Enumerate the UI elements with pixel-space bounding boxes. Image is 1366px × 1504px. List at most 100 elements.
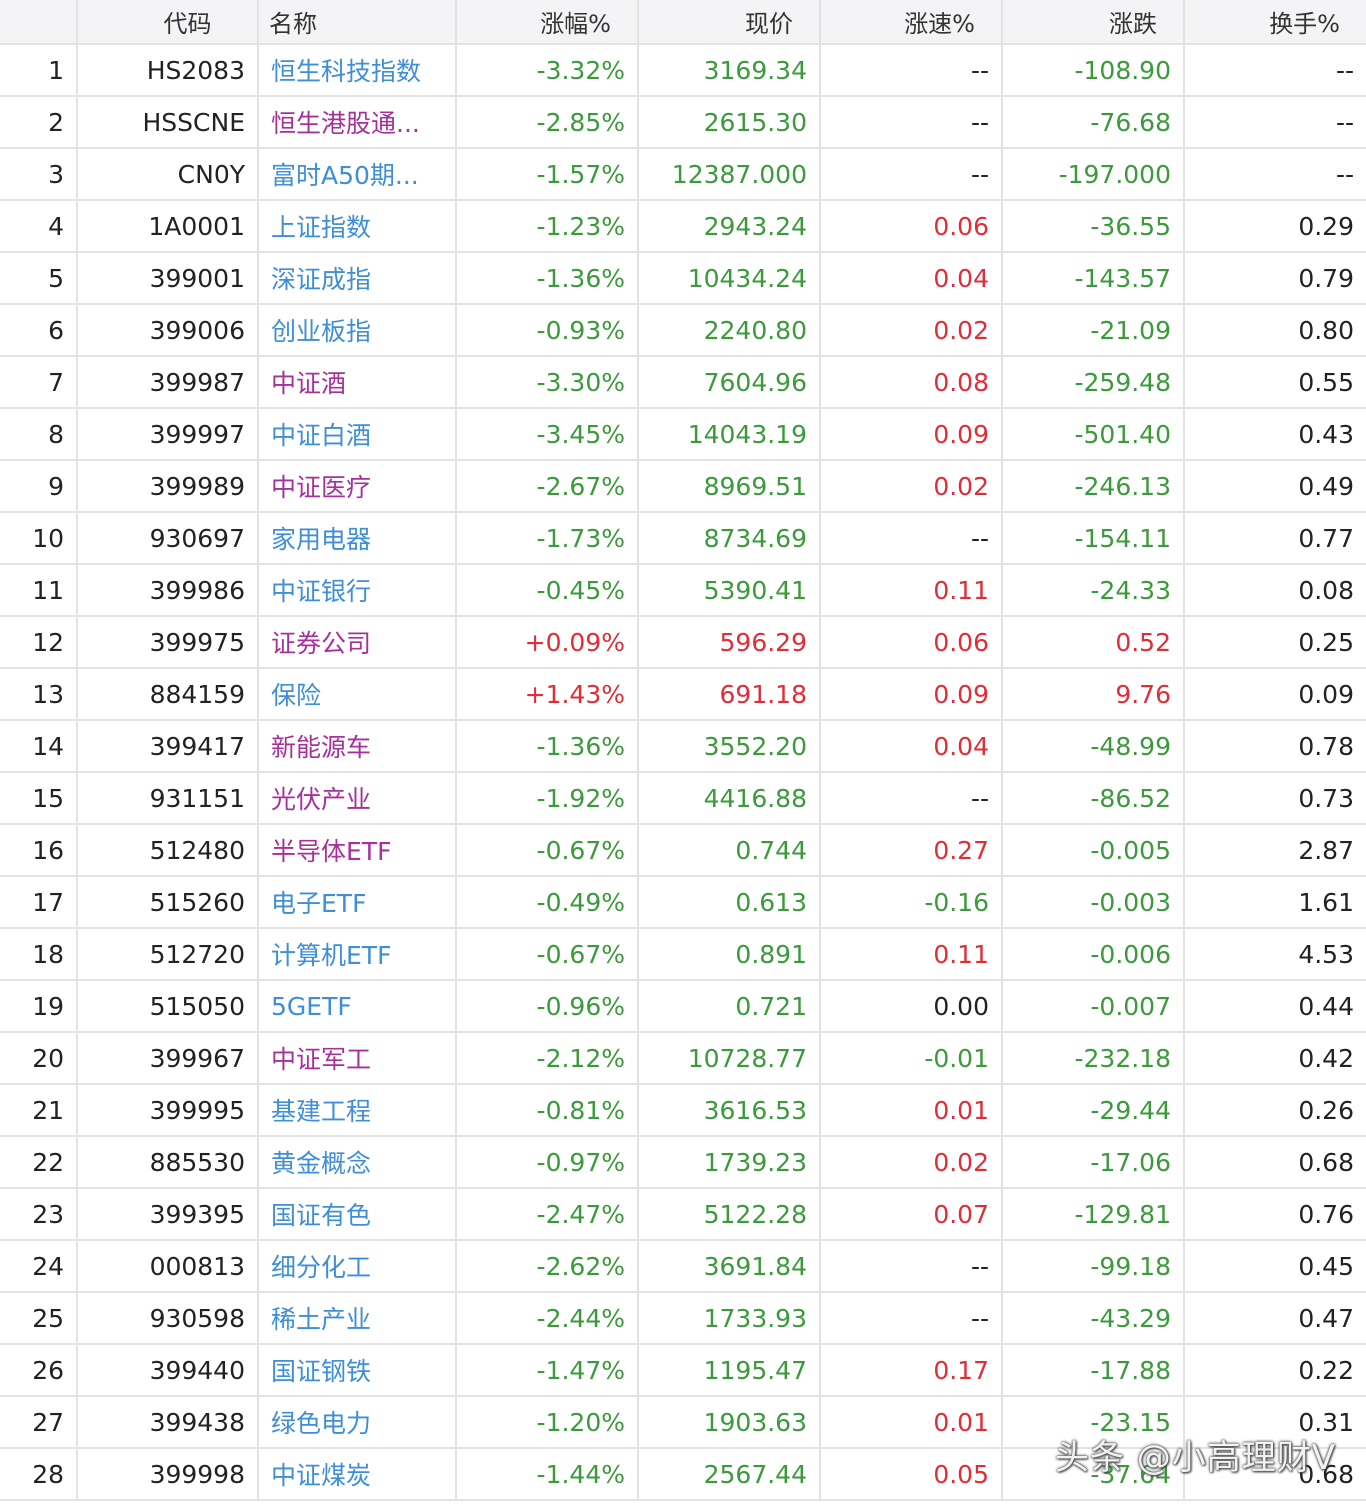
row-change: -143.57	[1003, 253, 1185, 303]
row-turnover: 0.42	[1298, 1043, 1354, 1073]
row-turnover: 0.29	[1298, 211, 1354, 241]
table-row[interactable]: 5 399001 深证成指 -1.36% 10434.24 0.04 -143.57 0.79	[0, 253, 1366, 305]
row-change: -197.000	[1003, 149, 1185, 199]
table-row[interactable]: 15 931151 光伏产业 -1.92% 4416.88 -- -86.52 0.73	[0, 773, 1366, 825]
row-code: 930697	[78, 513, 259, 563]
row-turnover: 4.53	[1298, 939, 1354, 969]
row-name-link[interactable]: 计算机ETF	[259, 929, 457, 979]
row-change: -99.18	[1003, 1241, 1185, 1291]
row-change: -0.007	[1003, 981, 1185, 1031]
row-name-link[interactable]: 中证医疗	[259, 461, 457, 511]
row-turnover: 0.55	[1298, 367, 1354, 397]
row-turnover: 0.49	[1298, 471, 1354, 501]
table-row[interactable]: 21 399995 基建工程 -0.81% 3616.53 0.01 -29.44 0.26	[0, 1085, 1366, 1137]
row-change: -0.005	[1003, 825, 1185, 875]
table-row[interactable]: 27 399438 绿色电力 -1.20% 1903.63 0.01 -23.15 0.31	[0, 1397, 1366, 1449]
row-pct: -0.67%	[457, 929, 639, 979]
row-name-link[interactable]: 保险	[259, 669, 457, 719]
table-row[interactable]: 26 399440 国证钢铁 -1.47% 1195.47 0.17 -17.88 0.22	[0, 1345, 1366, 1397]
table-row[interactable]: 20 399967 中证军工 -2.12% 10728.77 -0.01 -232.18 0.…	[0, 1033, 1366, 1085]
row-name-link[interactable]: 富时A50期...	[259, 149, 457, 199]
row-turnover: 1.61	[1298, 887, 1354, 917]
row-index: 14	[0, 721, 78, 771]
table-row[interactable]: 9 399989 中证医疗 -2.67% 8969.51 0.02 -246.13 0.49	[0, 461, 1366, 513]
row-name-link[interactable]: 中证白酒	[259, 409, 457, 459]
table-row[interactable]: 7 399987 中证酒 -3.30% 7604.96 0.08 -259.48 0.55	[0, 357, 1366, 409]
row-name-link[interactable]: 恒生科技指数	[259, 45, 457, 95]
row-name-link[interactable]: 创业板指	[259, 305, 457, 355]
header-price[interactable]: 现价	[639, 0, 821, 43]
table-row[interactable]: 1 HS2083 恒生科技指数 -3.32% 3169.34 -- -108.90 --	[0, 45, 1366, 97]
row-name-link[interactable]: 新能源车	[259, 721, 457, 771]
table-row[interactable]: 11 399986 中证银行 -0.45% 5390.41 0.11 -24.33 0.08	[0, 565, 1366, 617]
table-row[interactable]: 12 399975 证券公司 +0.09% 596.29 0.06 0.52 0.25	[0, 617, 1366, 669]
row-index: 9	[0, 461, 78, 511]
row-change: -86.52	[1003, 773, 1185, 823]
table-row[interactable]: 25 930598 稀土产业 -2.44% 1733.93 -- -43.29 0.47	[0, 1293, 1366, 1345]
row-name-link[interactable]: 恒生港股通...	[259, 97, 457, 147]
table-row[interactable]: 22 885530 黄金概念 -0.97% 1739.23 0.02 -17.06 0.68	[0, 1137, 1366, 1189]
row-price: 5122.28	[639, 1189, 821, 1239]
row-name-link[interactable]: 半导体ETF	[259, 825, 457, 875]
row-name-link[interactable]: 5GETF	[259, 981, 457, 1031]
header-pct[interactable]: 涨幅%	[457, 0, 639, 43]
table-row[interactable]: 16 512480 半导体ETF -0.67% 0.744 0.27 -0.005 2.87	[0, 825, 1366, 877]
row-name-link[interactable]: 中证酒	[259, 357, 457, 407]
row-change: -23.15	[1003, 1397, 1185, 1447]
row-pct: -1.36%	[457, 721, 639, 771]
row-name-link[interactable]: 上证指数	[259, 201, 457, 251]
row-name-link[interactable]: 基建工程	[259, 1085, 457, 1135]
row-name-link[interactable]: 深证成指	[259, 253, 457, 303]
row-name-link[interactable]: 绿色电力	[259, 1397, 457, 1447]
row-speed: 0.04	[821, 721, 1003, 771]
row-index: 4	[0, 201, 78, 251]
row-price: 3552.20	[639, 721, 821, 771]
header-code[interactable]: 代码	[78, 0, 259, 43]
row-name-link[interactable]: 稀土产业	[259, 1293, 457, 1343]
row-code: 399001	[78, 253, 259, 303]
row-speed: 0.06	[821, 201, 1003, 251]
header-speed[interactable]: 涨速%	[821, 0, 1003, 43]
row-name-link[interactable]: 中证军工	[259, 1033, 457, 1083]
table-row[interactable]: 8 399997 中证白酒 -3.45% 14043.19 0.09 -501.40 0.43	[0, 409, 1366, 461]
table-row[interactable]: 17 515260 电子ETF -0.49% 0.613 -0.16 -0.003 1.61	[0, 877, 1366, 929]
row-name-link[interactable]: 证券公司	[259, 617, 457, 667]
row-name-link[interactable]: 中证银行	[259, 565, 457, 615]
row-price: 2943.24	[639, 201, 821, 251]
row-name-link[interactable]: 电子ETF	[259, 877, 457, 927]
row-name-link[interactable]: 黄金概念	[259, 1137, 457, 1187]
row-index: 7	[0, 357, 78, 407]
row-name-link[interactable]: 细分化工	[259, 1241, 457, 1291]
table-row[interactable]: 10 930697 家用电器 -1.73% 8734.69 -- -154.11 0.77	[0, 513, 1366, 565]
table-row[interactable]: 19 515050 5GETF -0.96% 0.721 0.00 -0.007 0.44	[0, 981, 1366, 1033]
row-pct: -0.45%	[457, 565, 639, 615]
row-name-link[interactable]: 国证钢铁	[259, 1345, 457, 1395]
row-price: 10728.77	[639, 1033, 821, 1083]
row-change: -129.81	[1003, 1189, 1185, 1239]
table-row[interactable]: 24 000813 细分化工 -2.62% 3691.84 -- -99.18 0.45	[0, 1241, 1366, 1293]
table-row[interactable]: 2 HSSCNE 恒生港股通... -2.85% 2615.30 -- -76.68 --	[0, 97, 1366, 149]
row-price: 1903.63	[639, 1397, 821, 1447]
row-name-link[interactable]: 家用电器	[259, 513, 457, 563]
header-name[interactable]: 名称	[259, 0, 457, 43]
row-speed: 0.02	[821, 305, 1003, 355]
row-name-link[interactable]: 国证有色	[259, 1189, 457, 1239]
table-row[interactable]: 6 399006 创业板指 -0.93% 2240.80 0.02 -21.09 0.80	[0, 305, 1366, 357]
row-index: 23	[0, 1189, 78, 1239]
row-code: 399997	[78, 409, 259, 459]
row-name-link[interactable]: 中证煤炭	[259, 1449, 457, 1499]
table-row[interactable]: 28 399998 中证煤炭 -1.44% 2567.44 0.05 -37.64 0.68	[0, 1449, 1366, 1501]
row-price: 3691.84	[639, 1241, 821, 1291]
table-row[interactable]: 18 512720 计算机ETF -0.67% 0.891 0.11 -0.006 4.53	[0, 929, 1366, 981]
table-row[interactable]: 4 1A0001 上证指数 -1.23% 2943.24 0.06 -36.55 0.29	[0, 201, 1366, 253]
row-pct: -0.93%	[457, 305, 639, 355]
table-row[interactable]: 3 CN0Y 富时A50期... -1.57% 12387.000 -- -197.000-…	[0, 149, 1366, 201]
row-price: 2567.44	[639, 1449, 821, 1499]
header-change[interactable]: 涨跌	[1003, 0, 1185, 43]
row-change: -29.44	[1003, 1085, 1185, 1135]
table-row[interactable]: 23 399395 国证有色 -2.47% 5122.28 0.07 -129.81 0.76	[0, 1189, 1366, 1241]
table-row[interactable]: 14 399417 新能源车 -1.36% 3552.20 0.04 -48.99 0.78	[0, 721, 1366, 773]
table-row[interactable]: 13 884159 保险 +1.43% 691.18 0.09 9.76 0.09	[0, 669, 1366, 721]
row-name-link[interactable]: 光伏产业	[259, 773, 457, 823]
header-turnover[interactable]: 换手%	[1185, 0, 1366, 43]
